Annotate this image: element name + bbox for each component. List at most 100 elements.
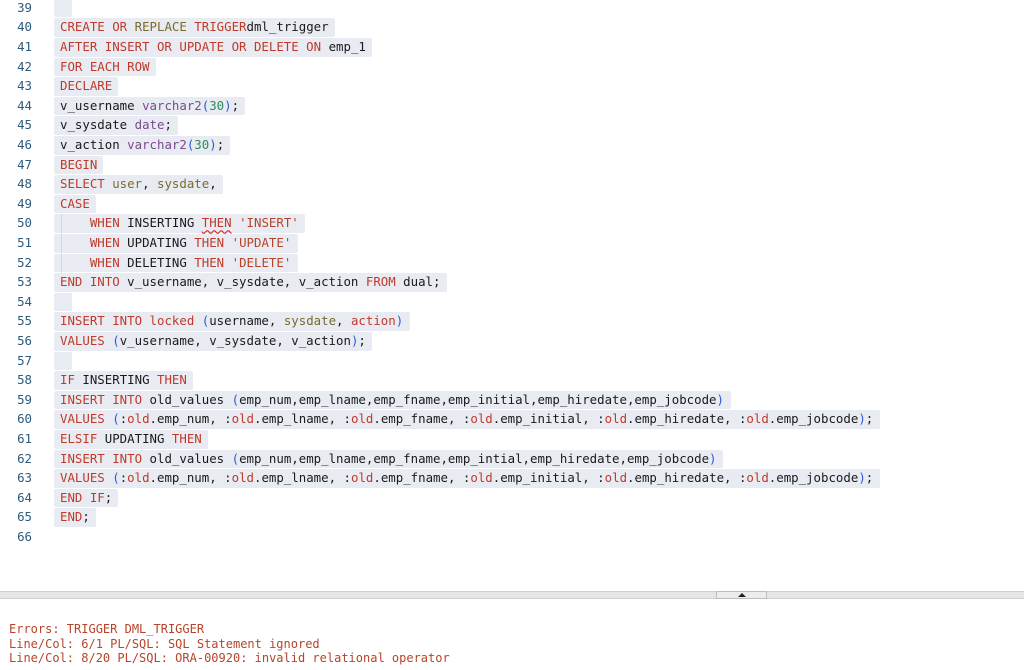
code-token: 'INSERT': [239, 215, 299, 231]
code-token: emp_1: [328, 39, 366, 54]
code-line[interactable]: 57: [0, 351, 1024, 371]
code-line[interactable]: 61 ELSIF UPDATING THEN: [0, 429, 1024, 449]
code-line[interactable]: 41 AFTER INSERT OR UPDATE OR DELETE ON em…: [0, 37, 1024, 57]
splitter-handle[interactable]: [716, 591, 767, 599]
code-line[interactable]: 60 VALUES (:old.emp_num, :old.emp_lname, …: [0, 409, 1024, 429]
code-text: v_sysdate date;: [60, 115, 172, 135]
code-line[interactable]: 56 VALUES (v_username, v_sysdate, v_actio…: [0, 331, 1024, 351]
code-token: END INTO: [60, 274, 128, 290]
code-token: THEN: [171, 431, 202, 446]
code-line[interactable]: 52 WHEN DELETING THEN 'DELETE': [0, 253, 1024, 273]
line-number: 41: [17, 39, 32, 54]
code-token: VALUES: [60, 411, 113, 427]
code-token: 30: [209, 97, 225, 113]
code-token: VALUES: [60, 333, 113, 348]
code-text: WHEN INSERTING THEN 'INSERT': [60, 213, 299, 233]
code-text: DECLARE: [60, 76, 112, 96]
code-token: old: [604, 470, 628, 486]
code-text: VALUES (:old.emp_num, :old.emp_lname, :o…: [60, 409, 873, 429]
line-number: 47: [17, 156, 32, 172]
line-number: 64: [17, 489, 32, 505]
code-token: ): [709, 450, 717, 466]
code-token: varchar2: [127, 137, 187, 152]
code-line[interactable]: 47 BEGIN: [0, 155, 1024, 175]
line-number: 59: [17, 391, 32, 407]
code-text: IF INSERTING THEN: [60, 370, 187, 390]
code-line[interactable]: 63 VALUES (:old.emp_num, :old.emp_lname, …: [0, 468, 1024, 488]
code-line[interactable]: 55 INSERT INTO locked (username, sysdate,…: [0, 311, 1024, 331]
code-token: old: [350, 411, 374, 427]
line-number: 44: [17, 97, 32, 113]
code-token: REPLACE: [134, 19, 187, 35]
code-line[interactable]: 43 DECLARE: [0, 76, 1024, 96]
code-line[interactable]: 48 SELECT user, sysdate,: [0, 174, 1024, 194]
line-number: 63: [17, 470, 32, 486]
triangle-up-icon: [738, 593, 746, 597]
code-line[interactable]: 51 WHEN UPDATING THEN 'UPDATE': [0, 233, 1024, 253]
code-line[interactable]: 66: [0, 527, 1024, 547]
code-token: INSERT INTO: [60, 313, 150, 329]
code-token: old: [231, 470, 254, 486]
code-line[interactable]: 42 FOR EACH ROW: [0, 57, 1024, 77]
code-line[interactable]: 65 END;: [0, 507, 1024, 527]
code-line[interactable]: 45 v_sysdate date;: [0, 115, 1024, 135]
code-text: VALUES (:old.emp_num, :old.emp_lname, :o…: [60, 468, 873, 488]
code-token: WHEN: [89, 235, 128, 250]
code-token: old_values: [149, 450, 232, 466]
code-token: .emp_initial, :: [492, 470, 605, 486]
code-line[interactable]: 59 INSERT INTO old_values (emp_num,emp_ln…: [0, 390, 1024, 410]
code-line[interactable]: 39: [0, 0, 1024, 18]
code-line[interactable]: 46 v_action varchar2(30);: [0, 135, 1024, 155]
code-text: WHEN DELETING THEN 'DELETE': [60, 253, 291, 273]
code-token: INSERTING: [82, 372, 157, 388]
line-number: 42: [17, 58, 32, 74]
code-text: ELSIF UPDATING THEN: [60, 429, 202, 449]
code-token: old: [604, 411, 628, 427]
code-token: v_action: [60, 137, 128, 152]
selection-highlight: [54, 292, 72, 312]
code-token: .emp_fname, :: [373, 470, 471, 486]
code-line[interactable]: 64 END IF;: [0, 488, 1024, 508]
code-token: CREATE OR: [60, 19, 135, 35]
line-number: 55: [17, 313, 32, 329]
code-line[interactable]: 58 IF INSERTING THEN: [0, 370, 1024, 390]
code-token: 'DELETE': [231, 254, 292, 270]
code-token: sysdate: [156, 176, 210, 192]
code-text: END INTO v_username, v_sysdate, v_action…: [60, 272, 440, 292]
code-token: v_username: [60, 97, 143, 113]
code-line[interactable]: 50 WHEN INSERTING THEN 'INSERT': [0, 213, 1024, 233]
code-token: .emp_num, :: [149, 470, 232, 486]
line-number: 54: [17, 293, 32, 309]
line-number: 46: [17, 137, 32, 152]
line-number: 45: [17, 117, 32, 133]
code-token: END IF: [60, 489, 105, 505]
code-token: ): [716, 391, 724, 407]
error-line: Line/Col: 8/20 PL/SQL: ORA-00920: invali…: [9, 651, 450, 665]
code-token: WHEN: [89, 215, 128, 231]
line-number: 66: [17, 529, 32, 544]
selection-highlight: [54, 0, 72, 18]
code-line[interactable]: 62 INSERT INTO old_values (emp_num,emp_ln…: [0, 449, 1024, 469]
code-token: .emp_lname, :: [254, 470, 351, 486]
code-token: v_sysdate: [60, 117, 135, 133]
code-text: WHEN UPDATING THEN 'UPDATE': [60, 233, 291, 253]
code-token: INSERT INTO: [60, 450, 150, 466]
code-token: ): [224, 97, 232, 113]
code-line[interactable]: 54: [0, 292, 1024, 312]
code-token: SELECT: [60, 176, 113, 192]
code-token: THEN: [194, 254, 232, 270]
code-line[interactable]: 44 v_username varchar2(30);: [0, 96, 1024, 116]
code-editor[interactable]: 39 40 CREATE OR REPLACE TRIGGERdml_trigger…: [0, 0, 1024, 590]
code-text: BEGIN: [60, 155, 97, 175]
line-number: 53: [17, 274, 32, 290]
line-number: 39: [17, 0, 32, 15]
code-token: ,: [336, 313, 351, 329]
code-token: ;: [865, 411, 874, 427]
line-number: 40: [17, 19, 32, 35]
code-token: ): [858, 470, 866, 486]
line-number: 62: [17, 450, 32, 466]
panel-splitter[interactable]: [0, 591, 1024, 599]
code-line[interactable]: 40 CREATE OR REPLACE TRIGGERdml_trigger: [0, 17, 1024, 37]
code-line[interactable]: 53 END INTO v_username, v_sysdate, v_acti…: [0, 272, 1024, 292]
code-line[interactable]: 49 CASE: [0, 194, 1024, 214]
